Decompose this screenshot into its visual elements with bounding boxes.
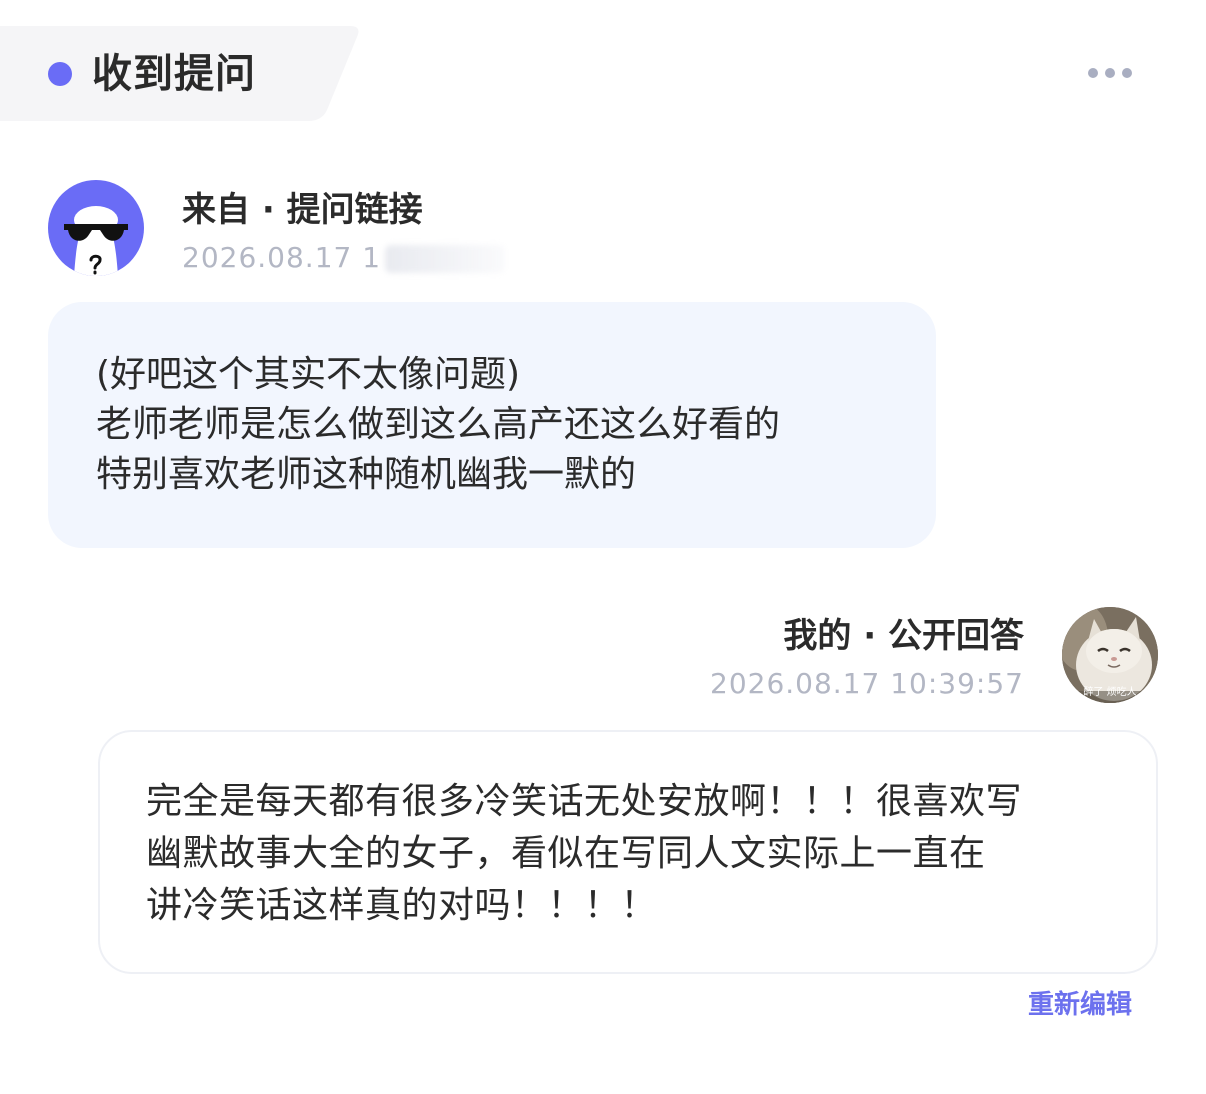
timestamp-blur-mask (385, 245, 506, 273)
more-horizontal-icon (1088, 68, 1098, 78)
question-timestamp-text: 2026.08.17 1 (182, 241, 382, 274)
answer-label: 我的 · 公开回答 (783, 616, 1024, 656)
answer-text: 完全是每天都有很多冷笑话无处安放啊！！！很喜欢写 幽默故事大全的女子，看似在写同… (146, 781, 1023, 926)
question-text: (好吧这个其实不太像问题) 老师老师是怎么做到这么高产还这么好看的 特别喜欢老师… (96, 354, 781, 495)
header-accent-dot (48, 62, 72, 86)
question-source-label: 来自 · 提问链接 (182, 190, 423, 230)
asker-avatar[interactable] (48, 180, 144, 276)
more-horizontal-icon (1122, 68, 1132, 78)
answer-avatar[interactable]: 醉了 烦吃人 (1062, 607, 1158, 703)
answer-timestamp: 2026.08.17 10:39:57 (710, 667, 1024, 700)
re-edit-button[interactable]: 重新编辑 (1028, 988, 1132, 1022)
sunglasses-ghost-icon (64, 206, 128, 276)
qa-page: 收到提问 来自 · 提问链接 2026.08.17 1 (好吧这个其实不太像问题… (0, 0, 1206, 1094)
more-horizontal-icon (1105, 68, 1115, 78)
avatar-caption: 醉了 烦吃人 (1083, 687, 1137, 698)
question-timestamp: 2026.08.17 1 (182, 240, 506, 276)
page-title: 收到提问 (92, 51, 256, 97)
more-options-button[interactable] (1088, 64, 1132, 82)
